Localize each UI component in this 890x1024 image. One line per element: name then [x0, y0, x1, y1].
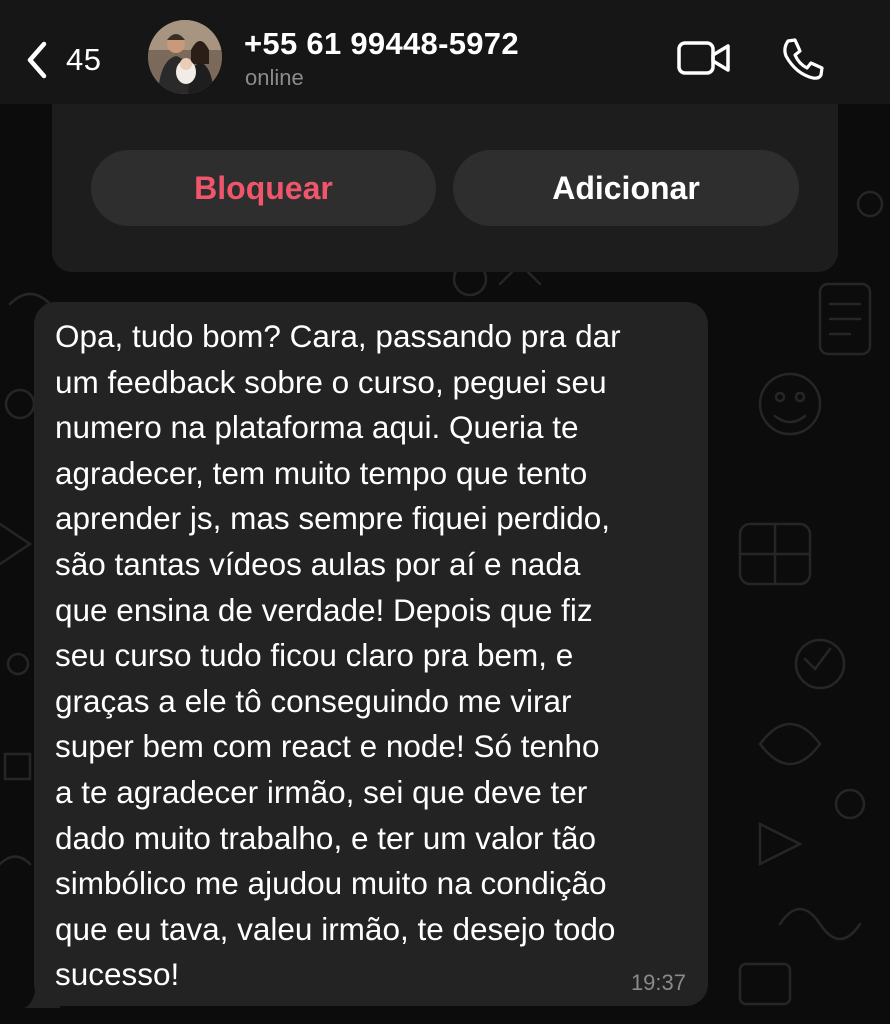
- add-contact-button[interactable]: Adicionar: [453, 150, 799, 226]
- block-button[interactable]: Bloquear: [91, 150, 436, 226]
- phone-icon: [783, 38, 824, 80]
- unread-count: 45: [66, 42, 102, 77]
- message-bubble[interactable]: Opa, tudo bom? Cara, passando pra dar um…: [34, 302, 708, 1006]
- back-button[interactable]: 45: [22, 36, 101, 84]
- contact-avatar[interactable]: [148, 20, 222, 94]
- message-text: Opa, tudo bom? Cara, passando pra dar um…: [55, 318, 621, 993]
- contact-name[interactable]: +55 61 99448-5972: [244, 26, 519, 62]
- chat-screen: 45 +55 61 99448-5972 online Bloquear Adi…: [0, 0, 890, 1024]
- chat-header: 45 +55 61 99448-5972 online: [0, 0, 890, 104]
- video-call-button[interactable]: [676, 38, 732, 78]
- message-timestamp: 19:37: [630, 970, 686, 995]
- unknown-contact-card: Bloquear Adicionar: [52, 104, 838, 272]
- chevron-left-icon: [27, 41, 47, 79]
- video-camera-icon: [677, 41, 730, 75]
- voice-call-button[interactable]: [780, 36, 826, 82]
- contact-status: online: [245, 65, 304, 90]
